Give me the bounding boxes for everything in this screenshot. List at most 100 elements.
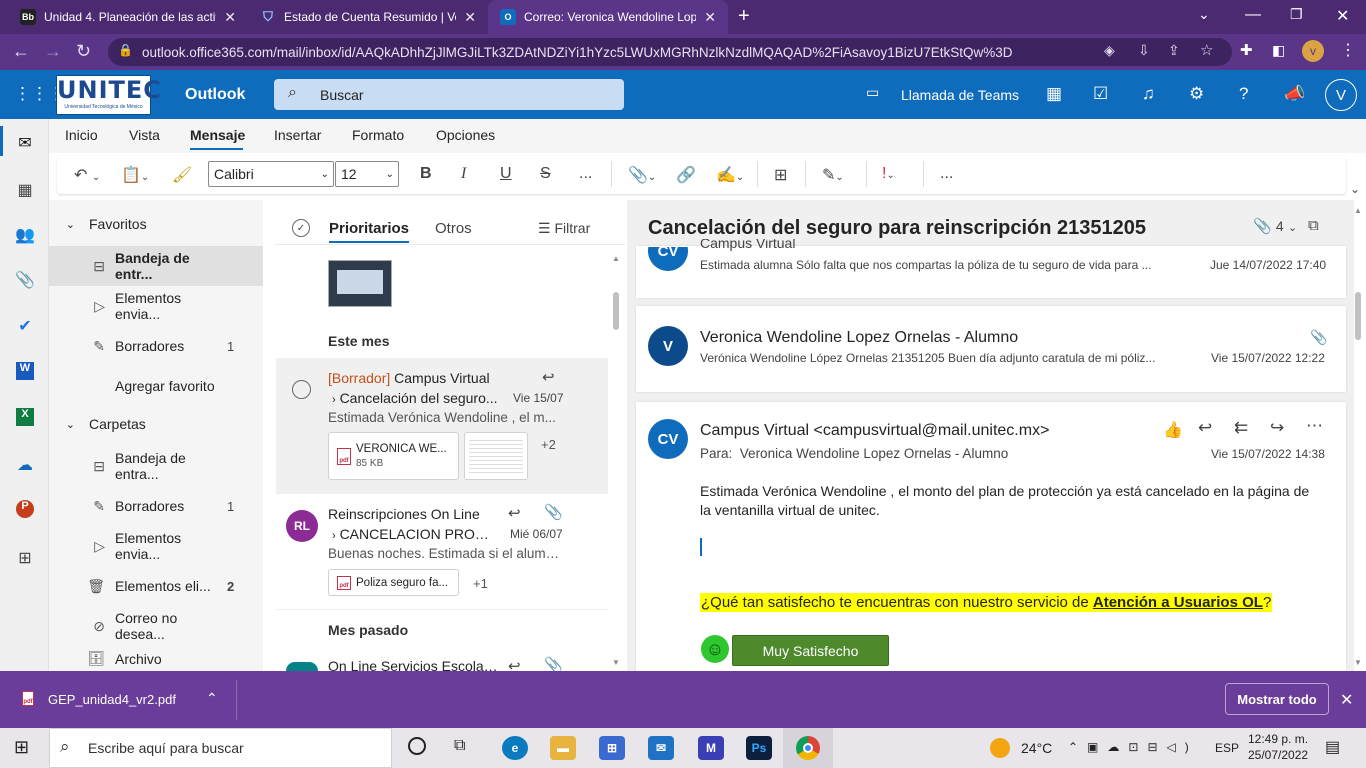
attachment-chip[interactable]: pdf Poliza seguro fa... bbox=[328, 569, 459, 596]
close-icon[interactable]: ✕ bbox=[464, 9, 476, 26]
task-view-icon[interactable]: ⧉ bbox=[454, 737, 465, 755]
survey-link[interactable]: Atención a Usuarios OL bbox=[1093, 594, 1263, 611]
scroll-up-arrow[interactable]: ▲ bbox=[612, 254, 620, 263]
close-download-bar-icon[interactable]: ✕ bbox=[1340, 690, 1353, 710]
close-icon[interactable]: ✕ bbox=[704, 9, 716, 26]
unitec-logo[interactable]: UNITEC Universidad Tecnológica de México bbox=[56, 75, 161, 115]
select-all-icon[interactable]: ✓ bbox=[292, 219, 310, 237]
tab-formato[interactable]: Formato bbox=[352, 127, 404, 143]
browser-tab-estado-cuenta[interactable]: ⛉ Estado de Cuenta Resumido | Ver ✕ bbox=[248, 0, 488, 34]
tab-search-icon[interactable]: ⌄ bbox=[1198, 6, 1210, 23]
more-attachments[interactable]: +2 bbox=[541, 437, 556, 452]
system-tray-icons[interactable]: ⌃▣☁⊡⊟◁) bbox=[1068, 740, 1198, 754]
powerpoint-icon[interactable]: P bbox=[16, 500, 34, 518]
mail-icon[interactable]: ✉ bbox=[14, 133, 36, 153]
mail-app-icon[interactable]: ✉ bbox=[648, 736, 674, 760]
search-input[interactable]: ⌕ Buscar bbox=[274, 79, 624, 110]
todo-icon[interactable]: ☑ bbox=[1093, 84, 1108, 104]
minimize-icon[interactable]: — bbox=[1245, 6, 1261, 24]
folder-junk[interactable]: ⊘ Correo no desea... bbox=[49, 606, 263, 646]
edge-icon[interactable]: e bbox=[502, 736, 528, 760]
attach-rail-icon[interactable]: 📎 bbox=[14, 270, 36, 290]
video-call-icon[interactable]: ▭ bbox=[866, 84, 879, 101]
download-filename[interactable]: GEP_unidad4_vr2.pdf bbox=[48, 692, 176, 707]
collapsed-message[interactable] bbox=[636, 306, 1346, 392]
chevron-up-icon[interactable]: ⌃ bbox=[206, 690, 218, 707]
weather-icon[interactable] bbox=[990, 738, 1010, 758]
tab-mensaje[interactable]: Mensaje bbox=[190, 127, 245, 143]
reading-pane-scrollbar[interactable] bbox=[1355, 292, 1361, 340]
help-icon[interactable]: ? bbox=[1239, 84, 1248, 104]
attach-icon[interactable]: 📎⌄ bbox=[628, 165, 656, 185]
favoritos-header[interactable]: ⌄ Favoritos bbox=[49, 209, 263, 239]
attachment-count[interactable]: 📎 4 ⌄ bbox=[1253, 217, 1297, 235]
windows-start-icon[interactable]: ⊞ bbox=[14, 737, 29, 758]
more-apps-icon[interactable]: ⊞ bbox=[14, 548, 36, 568]
more-attachments[interactable]: +1 bbox=[473, 576, 488, 591]
show-all-button[interactable]: Mostrar todo bbox=[1225, 683, 1329, 715]
photoshop-icon[interactable]: Ps bbox=[746, 736, 772, 760]
bell-icon[interactable]: ♫ bbox=[1142, 84, 1155, 104]
folder-favorite-drafts[interactable]: ✎ Borradores 1 bbox=[49, 326, 263, 366]
popout-icon[interactable]: ⧉ bbox=[1308, 217, 1319, 234]
collapsed-message[interactable] bbox=[636, 246, 1346, 298]
carpetas-header[interactable]: ⌄ Carpetas bbox=[49, 409, 263, 439]
bookmark-star-icon[interactable]: ☆ bbox=[1200, 41, 1213, 59]
taskbar-search-input[interactable]: ⌕ Escribe aquí para buscar bbox=[49, 728, 392, 768]
notifications-icon[interactable]: ▤ bbox=[1325, 737, 1340, 757]
list-item-partial[interactable] bbox=[276, 250, 608, 320]
gear-icon[interactable]: ⚙ bbox=[1189, 84, 1204, 104]
muy-satisfecho-button[interactable]: Muy Satisfecho bbox=[732, 635, 889, 666]
folder-favorite-inbox[interactable]: ⊟ Bandeja de entr... bbox=[49, 246, 263, 286]
app-name[interactable]: Outlook bbox=[185, 86, 245, 104]
strikethrough-icon[interactable]: S bbox=[540, 165, 551, 183]
reload-icon[interactable]: ↻ bbox=[76, 41, 91, 62]
tab-opciones[interactable]: Opciones bbox=[436, 127, 495, 143]
close-icon[interactable]: ✕ bbox=[224, 9, 236, 26]
attachment-chip[interactable]: pdf VERONICA WE... 85 KB bbox=[328, 432, 459, 480]
forward-icon[interactable]: → bbox=[44, 41, 62, 62]
folder-sent[interactable]: ▷ Elementos envia... bbox=[49, 526, 263, 566]
teams-call-button[interactable]: Llamada de Teams bbox=[901, 87, 1019, 103]
bold-icon[interactable]: B bbox=[420, 165, 432, 183]
apps-icon[interactable]: ⊞ bbox=[774, 165, 787, 185]
calendar-icon[interactable]: ▦ bbox=[14, 180, 36, 200]
tab-vista[interactable]: Vista bbox=[129, 127, 160, 143]
reply-icon[interactable]: ↩ bbox=[508, 657, 521, 671]
folder-archive[interactable]: 🗄 Archivo bbox=[49, 646, 263, 671]
excel-icon[interactable]: X bbox=[16, 408, 34, 426]
scroll-down-arrow[interactable]: ▼ bbox=[612, 658, 620, 667]
word-icon[interactable]: W bbox=[16, 362, 34, 380]
folder-drafts[interactable]: ✎ Borradores 1 bbox=[49, 486, 263, 526]
tab-prioritarios[interactable]: Prioritarios bbox=[329, 220, 409, 237]
more-format-button[interactable]: ... bbox=[579, 165, 592, 183]
temperature[interactable]: 24°C bbox=[1021, 740, 1052, 756]
add-favorite-link[interactable]: Agregar favorito bbox=[49, 366, 263, 406]
filter-button[interactable]: ☰ Filtrar bbox=[538, 220, 590, 237]
font-size-select[interactable]: 12 ⌄ bbox=[335, 161, 399, 187]
teams-icon[interactable]: ▦ bbox=[1046, 84, 1062, 104]
more-actions-icon[interactable]: ⋯ bbox=[1306, 416, 1323, 436]
message-list-scrollbar[interactable] bbox=[613, 292, 619, 330]
scroll-up-arrow[interactable]: ▲ bbox=[1354, 206, 1362, 215]
link-icon[interactable]: 🔗 bbox=[676, 165, 696, 185]
format-painter-icon[interactable]: 🖌 bbox=[172, 165, 192, 185]
profile-avatar[interactable]: v bbox=[1302, 40, 1324, 62]
forward-icon[interactable]: ↪ bbox=[1270, 418, 1284, 438]
reply-icon[interactable]: ↩ bbox=[542, 368, 555, 386]
collapse-ribbon-icon[interactable]: ⌄ bbox=[1350, 182, 1360, 196]
new-tab-button[interactable]: + bbox=[738, 5, 750, 28]
image-thumbnail[interactable] bbox=[328, 260, 392, 307]
attachment-thumbnail[interactable] bbox=[464, 432, 528, 480]
undo-icon[interactable]: ↶ ⌄ bbox=[74, 165, 100, 185]
font-name-select[interactable]: Calibri ⌄ bbox=[208, 161, 334, 187]
address-bar[interactable]: outlook.office365.com/mail/inbox/id/AAQk… bbox=[108, 38, 1232, 66]
tab-insertar[interactable]: Insertar bbox=[274, 127, 321, 143]
extensions-icon[interactable]: ✚ bbox=[1240, 41, 1253, 59]
overflow-button[interactable]: ... bbox=[940, 165, 953, 183]
download-page-icon[interactable]: ⇩ bbox=[1138, 42, 1150, 59]
app-icon[interactable]: M bbox=[698, 736, 724, 760]
reply-icon[interactable]: ↩ bbox=[1198, 418, 1212, 438]
select-radio[interactable] bbox=[292, 380, 311, 399]
underline-icon[interactable]: U bbox=[500, 165, 512, 183]
